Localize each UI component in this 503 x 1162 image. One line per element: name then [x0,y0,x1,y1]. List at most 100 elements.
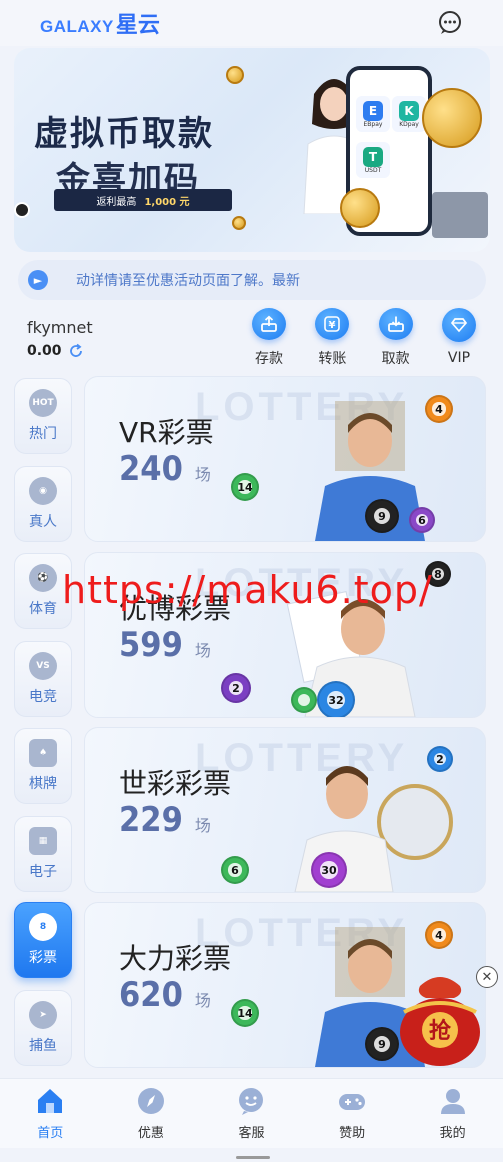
card-count-number: 620 [119,975,183,1015]
cards-icon: ♠ [29,739,57,767]
coin-icon [226,66,244,84]
tab-home[interactable]: 首页 [10,1086,90,1141]
quick-actions: 存款 ¥ 转账 取款 VIP [244,308,484,368]
sidebar-item-label: 体育 [29,601,57,617]
balance-value: 0.00 [27,343,62,359]
lottery-ball-icon: 2 [427,746,453,772]
tab-label: 优惠 [137,1126,164,1141]
balance-row: 0.00 [27,343,84,359]
withdraw-icon [378,308,413,340]
vip-label: VIP [447,350,471,366]
withdraw-button[interactable]: 取款 [371,308,421,368]
sidebar-item-label: 真人 [29,514,57,530]
sidebar-item-label: 彩票 [29,950,57,966]
user-icon [438,1086,468,1116]
card-count-unit: 场 [194,641,211,660]
lottery-ball-icon: 6 [409,507,435,533]
refresh-icon[interactable] [68,343,84,359]
lottery-ball-icon [291,687,317,713]
withdraw-label: 取款 [381,351,410,367]
tab-label: 首页 [37,1126,64,1141]
logo-text-en: GALAXY [40,17,114,36]
card-count: 229 场 [119,800,211,840]
banner-subtitle: 返利最高 1,000 元 [54,189,232,211]
sidebar-item-hot[interactable]: HOT 热门 [14,378,72,454]
card-count-number: 599 [119,625,183,665]
promo-banner[interactable]: 虚拟币取款 金喜加码 返利最高 1,000 元 E EBpay K KDpay … [14,48,490,252]
deposit-label: 存款 [255,351,283,367]
card-count-number: 229 [119,800,183,840]
pay-tile: T USDT [356,142,390,178]
sidebar-item-label: 热门 [29,426,57,442]
coin-icon [340,188,380,228]
live-casino-icon: ◉ [29,477,57,505]
hot-icon: HOT [29,389,57,417]
home-indicator [236,1156,270,1159]
ebpay-icon: E [363,100,383,121]
lottery-ball-icon: 4 [425,395,453,423]
card-count-number: 240 [119,449,183,489]
card-count: 240 场 [119,449,211,489]
sidebar-item-label: 棋牌 [29,776,57,792]
lottery-ball-icon: 6 [221,856,249,884]
deposit-icon [252,308,286,340]
lottery-card-shicai[interactable]: LOTTERY 世彩彩票 229 场 6 2 30 [84,727,486,893]
galaxy-logo[interactable]: GALAXY 星云 [40,7,160,39]
tab-label: 我的 [439,1126,466,1141]
sidebar-item-lottery[interactable]: 8 彩票 [14,902,72,978]
pay-tile: K KDpay [392,96,426,132]
banner-sub-label: 返利最高 [96,196,137,208]
lottery-ball-icon: 8 [29,913,57,941]
lottery-ball-icon: 32 [317,681,355,717]
sidebar-item-label: 电竞 [29,689,57,705]
logo-text-cn: 星云 [115,13,160,38]
esports-icon: VS [29,652,57,680]
card-count: 599 场 [119,625,211,665]
usdt-icon: T [363,146,383,167]
sidebar-item-label: 电子 [29,864,57,880]
tab-sponsor[interactable]: 赞助 [312,1086,392,1141]
app-header: GALAXY 星云 [0,0,503,46]
lottery-ball-icon: 14 [231,473,259,501]
card-count-unit: 场 [194,816,211,835]
lottery-card-vr[interactable]: LOTTERY VR彩票 240 场 14 9 6 4 [84,376,486,542]
bitcoin-icon [422,88,482,148]
sidebar-item-esports[interactable]: VS 电竞 [14,641,72,717]
banner-sub-amount: 1,000 元 [144,196,190,208]
red-packet-char: 抢 [429,1018,452,1044]
pay-tile-label: EBpay [363,120,383,128]
announcement-marquee[interactable]: ► 动详情请至优惠活动页面了解。最新 [18,260,486,300]
card-count: 620 场 [119,975,211,1015]
transfer-button[interactable]: ¥ 转账 [307,308,357,368]
card-title: VR彩票 [119,416,214,449]
url-watermark-overlay: https://maku6.top/ [62,568,433,612]
gamepad-icon [337,1086,367,1116]
lottery-ball-icon: 2 [221,673,251,703]
card-count-unit: 场 [194,465,211,484]
sidebar-item-live[interactable]: ◉ 真人 [14,466,72,542]
chat-bubble-icon[interactable] [437,10,463,36]
support-icon [236,1086,266,1116]
tab-label: 赞助 [339,1126,366,1141]
tab-promotions[interactable]: 优惠 [111,1086,191,1141]
sidebar-item-fishing[interactable]: ➤ 捕鱼 [14,990,72,1066]
home-icon [35,1086,65,1116]
bottom-tab-bar: 首页 优惠 客服 赞助 我的 [0,1078,503,1148]
bank-building-icon [432,192,488,238]
sidebar-item-slots[interactable]: ▦ 电子 [14,816,72,892]
transfer-label: 转账 [318,351,347,367]
tab-profile[interactable]: 我的 [413,1086,493,1141]
vip-button[interactable]: VIP [434,308,484,368]
tab-support[interactable]: 客服 [211,1086,291,1141]
deposit-button[interactable]: 存款 [244,308,294,368]
red-packet-widget[interactable]: 抢 [394,968,486,1068]
compass-icon [136,1086,166,1116]
soccer-ball-icon: ⚽ [29,564,57,592]
card-title: 大力彩票 [119,942,232,975]
speaker-icon: ► [28,270,48,290]
banner-title-line1: 虚拟币取款 [34,114,214,154]
lottery-ball-icon: 30 [311,852,347,888]
svg-text:¥: ¥ [329,320,336,331]
tab-label: 客服 [238,1126,265,1141]
sidebar-item-chess[interactable]: ♠ 棋牌 [14,728,72,804]
